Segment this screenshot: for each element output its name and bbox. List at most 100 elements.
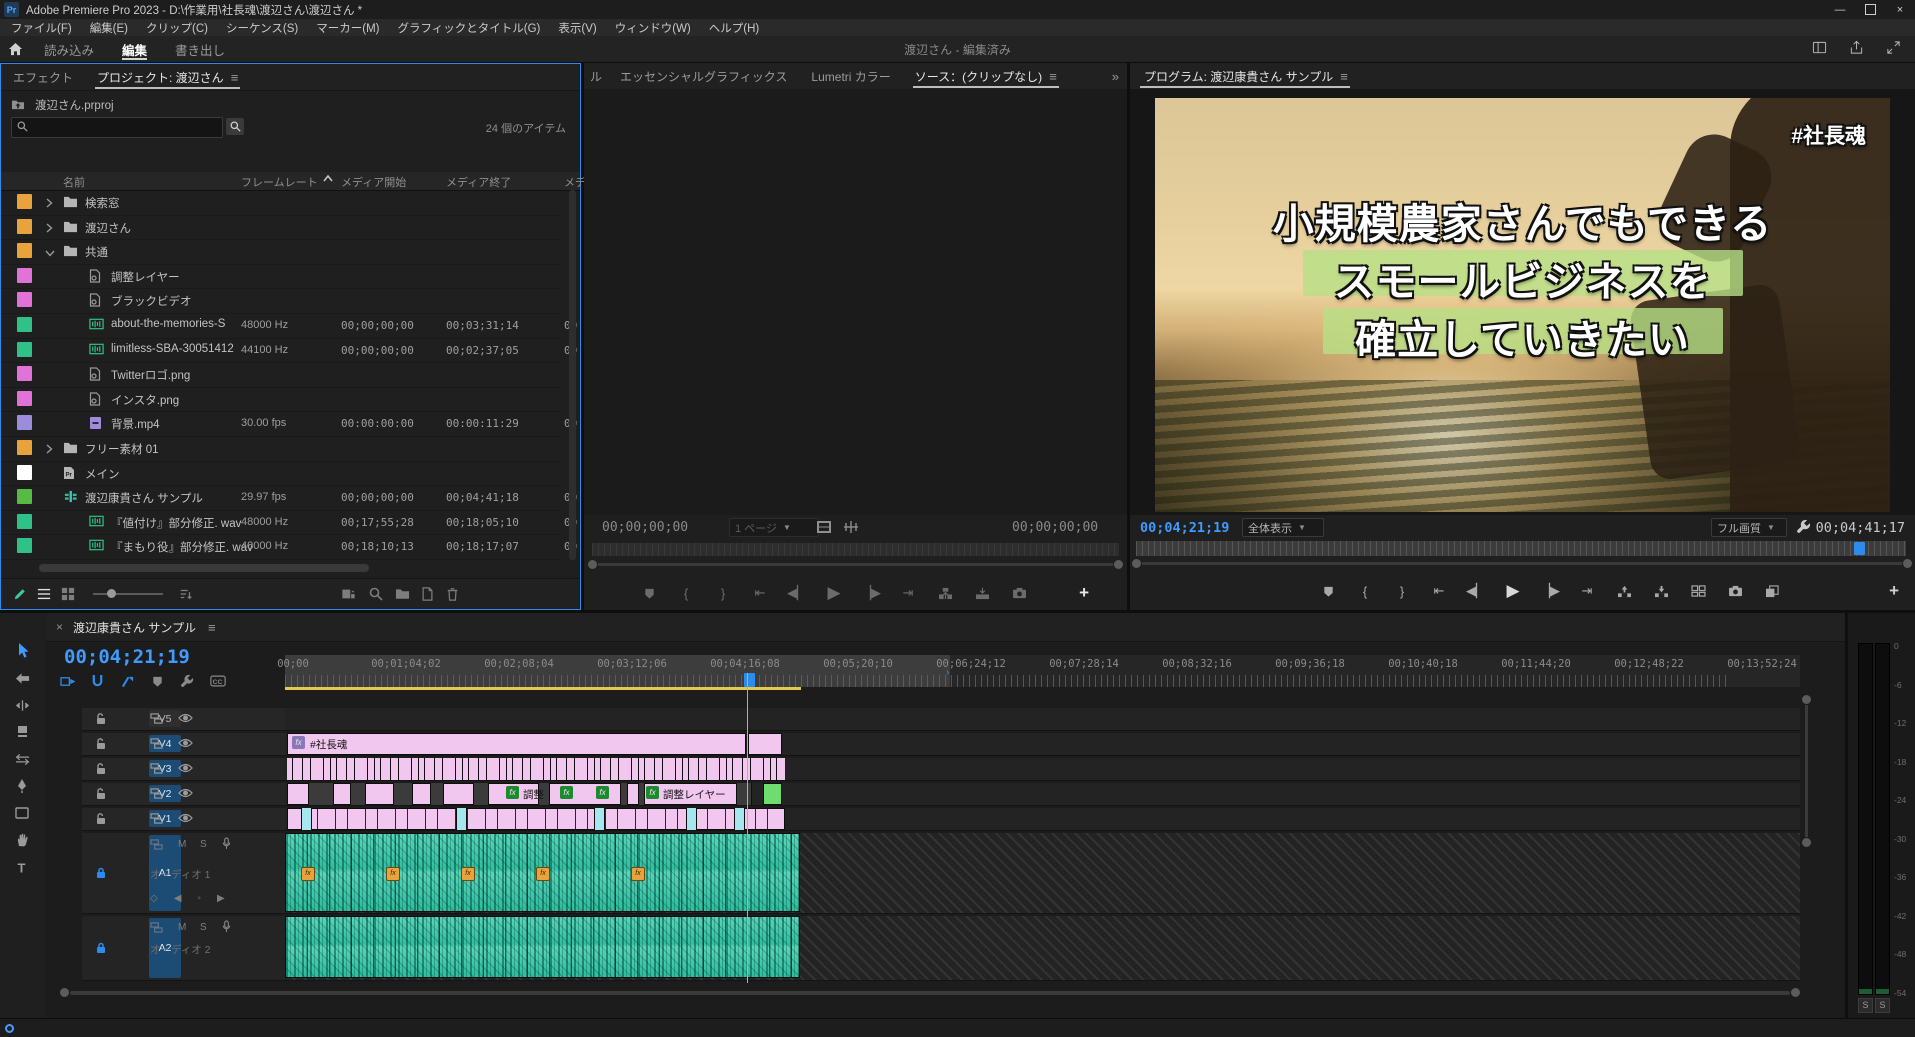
clip-v4[interactable]: fx#社長魂 <box>287 733 746 755</box>
step-back-button[interactable]: ◀▏ <box>786 583 808 603</box>
project-row[interactable]: 『まもり役』部分修正. wav48000 Hz00;18;10;1300;18;… <box>1 534 561 560</box>
maximize-button[interactable] <box>1855 0 1885 19</box>
panel-menu-icon[interactable]: ≡ <box>208 620 216 635</box>
step-back-button[interactable]: ◀▏ <box>1465 581 1487 601</box>
label-color-chip[interactable] <box>17 243 32 258</box>
home-icon[interactable] <box>0 42 30 57</box>
item-name[interactable]: about-the-memories-S <box>111 318 225 330</box>
menu-5[interactable]: グラフィックとタイトル(G) <box>389 20 550 36</box>
lock-open-icon[interactable] <box>95 762 107 775</box>
lock-open-icon[interactable] <box>95 712 107 725</box>
menu-3[interactable]: シーケンス(S) <box>217 20 307 36</box>
timeline-ruler[interactable]: 00;0000;01;04;0200;02;08;0400;03;12;0600… <box>285 655 1800 687</box>
workspace-tab-読み込み[interactable]: 読み込み <box>30 36 108 62</box>
project-row[interactable]: about-the-memories-S48000 Hz00;00;00;000… <box>1 313 561 339</box>
zoom-slider[interactable] <box>93 593 163 595</box>
solo-left-button[interactable]: S <box>1858 998 1873 1013</box>
timeline-vertical-scrollbar[interactable] <box>1802 695 1812 847</box>
mute-button[interactable]: M <box>178 922 186 933</box>
sort-chevron-icon[interactable] <box>323 174 333 186</box>
label-color-chip[interactable] <box>17 489 32 504</box>
label-color-chip[interactable] <box>17 538 32 553</box>
minimize-button[interactable]: — <box>1825 0 1855 19</box>
program-quality-select[interactable]: フル画質▼ <box>1711 518 1787 537</box>
tab-effects[interactable]: エフェクト <box>1 64 85 90</box>
timeline-tab-label[interactable]: 渡辺康貴さん サンプル <box>73 619 196 636</box>
close-button[interactable]: × <box>1885 0 1915 19</box>
wrench-icon[interactable] <box>180 671 194 691</box>
project-row[interactable]: Twitterロゴ.png <box>1 362 561 388</box>
caret-right-icon[interactable] <box>45 197 53 211</box>
pencil-icon[interactable] <box>13 587 27 604</box>
clip-v2[interactable]: fx調整fxfxfx調整レイヤー <box>287 783 747 805</box>
slip-tool[interactable] <box>9 747 35 771</box>
tab-essential-graphics[interactable]: エッセンシャルグラフィックス <box>608 63 799 89</box>
program-scrollbar[interactable] <box>1132 559 1912 569</box>
workspace-tab-編集[interactable]: 編集 <box>108 36 161 62</box>
clip-v2-green[interactable] <box>763 783 782 805</box>
export-settings-button[interactable] <box>1687 581 1709 601</box>
lift-button[interactable] <box>1613 581 1635 601</box>
timeline-playhead-line[interactable] <box>747 673 748 983</box>
snap-icon[interactable] <box>91 671 104 691</box>
project-row[interactable]: 『値付け』部分修正. wav48000 Hz00;17;55;2800;18;0… <box>1 510 561 536</box>
go-to-in-button[interactable]: ⇤ <box>749 583 771 603</box>
source-patch-icon[interactable] <box>150 813 163 824</box>
solo-right-button[interactable]: S <box>1875 998 1890 1013</box>
clip-v3-slices[interactable] <box>287 758 785 780</box>
project-row[interactable]: フリー素材 01 <box>1 436 561 462</box>
menu-1[interactable]: 編集(E) <box>81 20 137 36</box>
lock-open-icon[interactable] <box>95 812 107 825</box>
track-lane-V5[interactable] <box>285 708 1800 731</box>
tab-project[interactable]: プロジェクト: 渡辺さん≡ <box>85 64 250 90</box>
panel-menu-icon[interactable]: ≡ <box>231 70 239 85</box>
label-color-chip[interactable] <box>17 342 32 357</box>
project-row[interactable]: 渡辺さん <box>1 215 561 241</box>
project-row[interactable]: limitless-SBA-3005141244100 Hz00;00;00;0… <box>1 338 561 364</box>
close-tab-icon[interactable]: × <box>56 620 63 634</box>
rectangle-tool[interactable] <box>9 801 35 825</box>
label-color-chip[interactable] <box>17 440 32 455</box>
timeline-horizontal-scrollbar[interactable] <box>60 988 1800 998</box>
find-footer-icon[interactable] <box>369 587 383 604</box>
item-name[interactable]: Twitterロゴ.png <box>111 367 190 383</box>
caret-right-icon[interactable] <box>45 222 53 236</box>
sequence-timecode[interactable]: 00;04;21;19 <box>64 646 190 668</box>
voiceover-record-icon[interactable] <box>222 920 231 933</box>
program-zoom-select[interactable]: 全体表示▼ <box>1242 518 1324 537</box>
sort-icon[interactable] <box>179 587 193 604</box>
go-to-out-button[interactable]: ⇥ <box>1576 581 1598 601</box>
go-to-out-button[interactable]: ⇥ <box>897 583 919 603</box>
source-page-select[interactable]: 1 ページ▼ <box>729 518 819 537</box>
program-playhead[interactable] <box>1854 542 1865 555</box>
tab-overflow-icon[interactable]: » <box>1112 69 1119 84</box>
export-frame-button[interactable] <box>1724 581 1746 601</box>
label-color-chip[interactable] <box>17 268 32 283</box>
tab-source-monitor[interactable]: ソース：(クリップなし)≡ <box>903 63 1069 89</box>
extract-button[interactable] <box>1650 581 1672 601</box>
solo-button[interactable]: S <box>200 839 207 850</box>
search-input[interactable] <box>11 117 223 138</box>
label-color-chip[interactable] <box>17 415 32 430</box>
go-to-in-button[interactable]: ⇤ <box>1428 581 1450 601</box>
clip-cyan-segment[interactable] <box>594 808 605 830</box>
trash-icon[interactable] <box>446 587 459 604</box>
item-name[interactable]: 『まもり役』部分修正. wav <box>111 539 253 555</box>
project-vertical-scrollbar[interactable] <box>569 190 576 560</box>
lock-open-icon[interactable] <box>95 737 107 750</box>
lock-closed-icon[interactable] <box>95 941 107 954</box>
toggle-track-output-icon[interactable] <box>178 788 193 798</box>
label-color-chip[interactable] <box>17 391 32 406</box>
label-color-chip[interactable] <box>17 514 32 529</box>
clip-cyan-segment[interactable] <box>301 808 312 830</box>
label-color-chip[interactable] <box>17 194 32 209</box>
project-row[interactable]: 渡辺康貴さん サンプル29.97 fps00;00;00;0000;04;41;… <box>1 485 561 511</box>
caret-right-icon[interactable] <box>45 443 53 457</box>
panel-menu-icon[interactable]: ≡ <box>1340 69 1348 84</box>
clip-v1[interactable] <box>287 808 785 830</box>
label-color-chip[interactable] <box>17 317 32 332</box>
clip-a1-audio[interactable]: fxfxfxfxfx <box>285 833 800 912</box>
item-name[interactable]: 共通 <box>85 244 108 260</box>
item-name[interactable]: 渡辺康貴さん サンプル <box>85 490 203 506</box>
waveform-icon[interactable] <box>842 520 860 537</box>
